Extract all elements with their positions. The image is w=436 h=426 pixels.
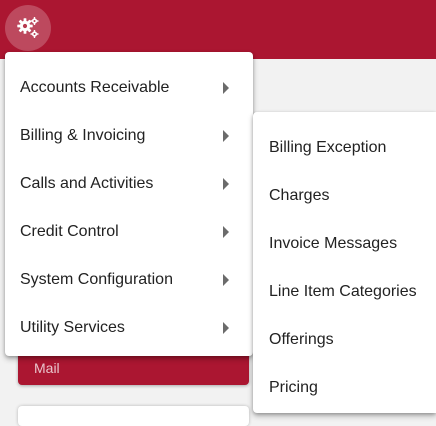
settings-menu: Accounts Receivable Billing & Invoicing … — [5, 52, 253, 356]
menu-item-label: Utility Services — [20, 319, 125, 336]
menu-item-label: System Configuration — [20, 271, 173, 288]
background-panel-lower — [18, 406, 249, 426]
submenu-item-invoice-messages[interactable]: Invoice Messages — [253, 220, 436, 268]
gears-icon — [17, 17, 39, 38]
menu-item-utility-services[interactable]: Utility Services — [5, 304, 253, 352]
menu-item-label: Billing Exception — [269, 139, 387, 156]
submenu-item-line-item-categories[interactable]: Line Item Categories — [253, 268, 436, 316]
settings-button[interactable] — [5, 5, 51, 51]
chevron-right-icon — [223, 82, 229, 94]
menu-item-calls-activities[interactable]: Calls and Activities — [5, 160, 253, 208]
menu-item-label: Offerings — [269, 331, 334, 348]
menu-item-label: Charges — [269, 187, 330, 204]
menu-item-credit-control[interactable]: Credit Control — [5, 208, 253, 256]
submenu-item-pricing[interactable]: Pricing — [253, 364, 436, 412]
top-app-bar — [0, 0, 436, 59]
menu-item-label: Pricing — [269, 379, 318, 396]
submenu-item-offerings[interactable]: Offerings — [253, 316, 436, 364]
menu-item-label: Accounts Receivable — [20, 79, 170, 96]
submenu-item-billing-exception[interactable]: Billing Exception — [253, 124, 436, 172]
chevron-right-icon — [223, 178, 229, 190]
chevron-right-icon — [223, 274, 229, 286]
menu-item-system-configuration[interactable]: System Configuration — [5, 256, 253, 304]
billing-invoicing-submenu: Billing Exception Charges Invoice Messag… — [253, 112, 436, 413]
menu-item-label: Credit Control — [20, 223, 119, 240]
menu-item-accounts-receivable[interactable]: Accounts Receivable — [5, 64, 253, 112]
menu-item-billing-invoicing[interactable]: Billing & Invoicing — [5, 112, 253, 160]
chevron-right-icon — [223, 226, 229, 238]
menu-item-label: Line Item Categories — [269, 283, 417, 300]
submenu-item-charges[interactable]: Charges — [253, 172, 436, 220]
chevron-right-icon — [223, 322, 229, 334]
menu-item-label: Billing & Invoicing — [20, 127, 146, 144]
menu-item-label: Calls and Activities — [20, 175, 154, 192]
chevron-right-icon — [223, 130, 229, 142]
menu-item-label: Invoice Messages — [269, 235, 398, 252]
